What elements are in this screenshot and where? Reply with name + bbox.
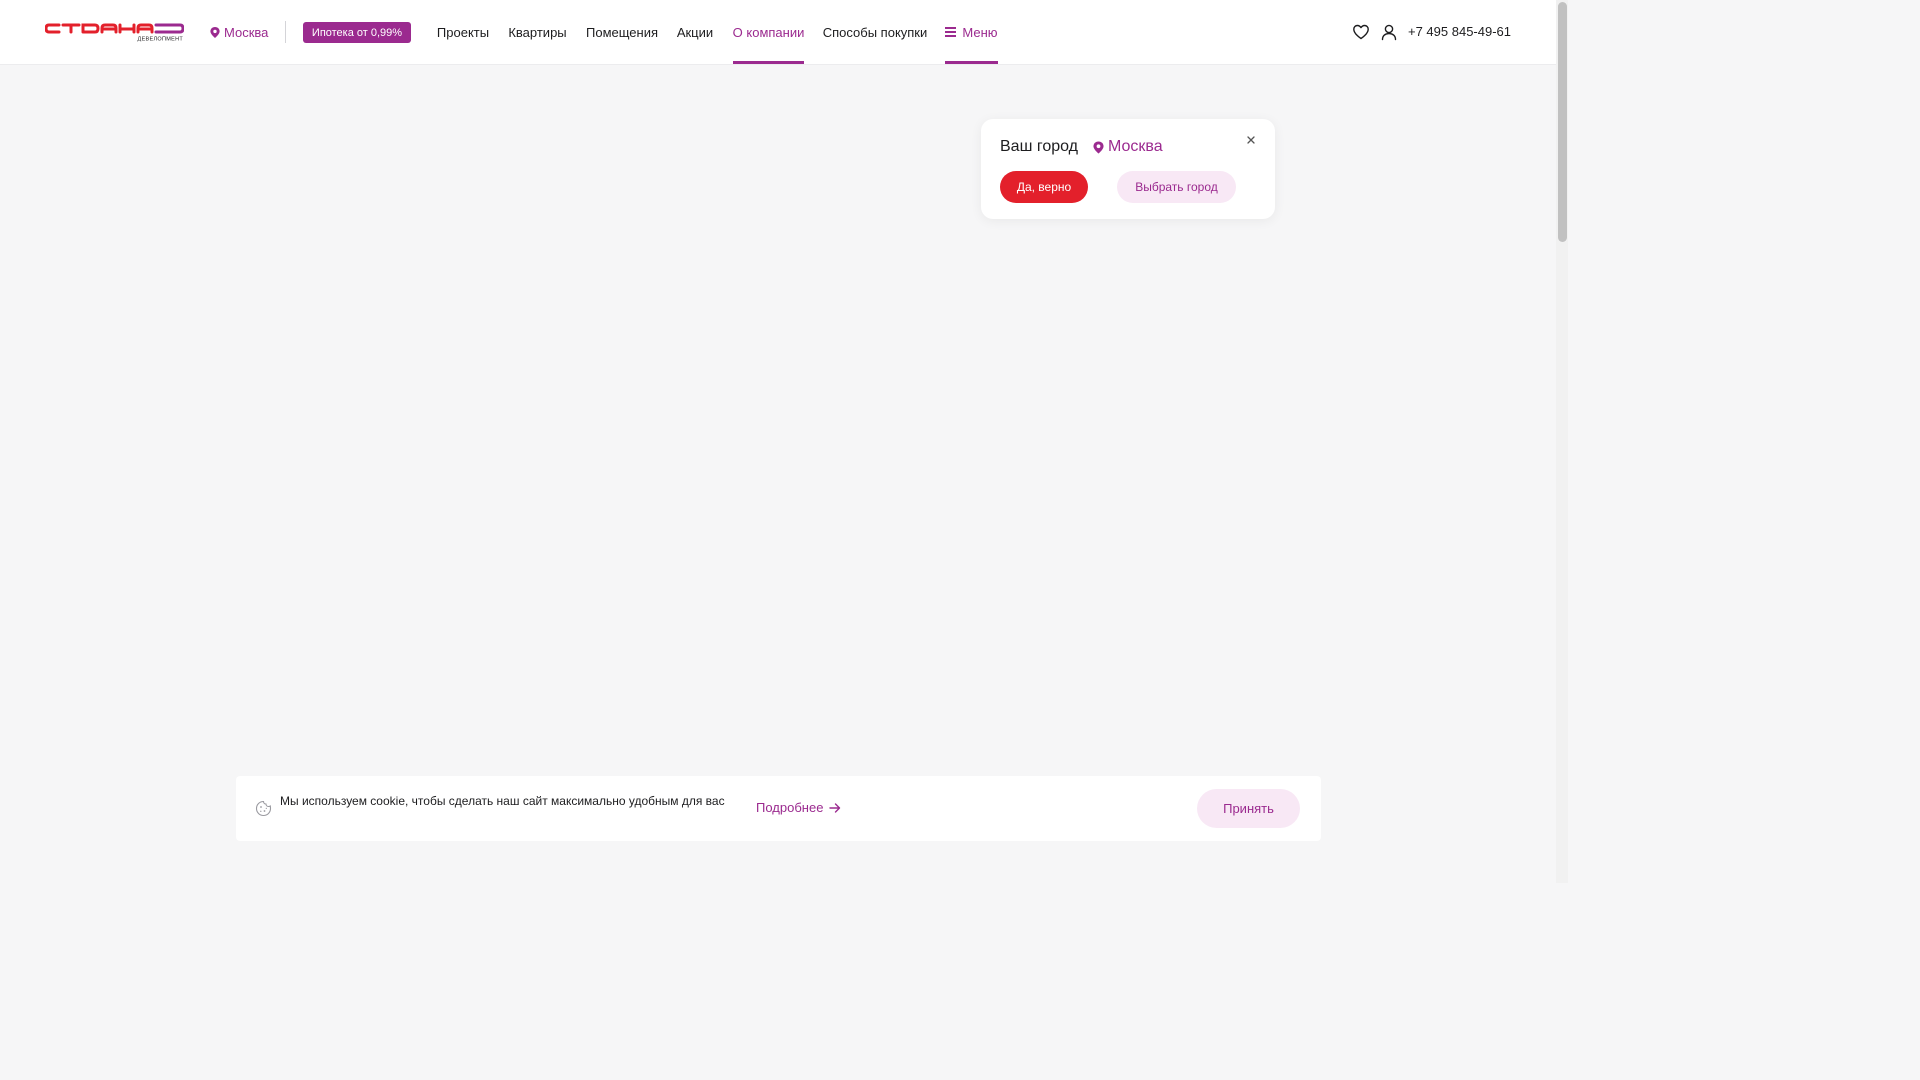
header-divider — [285, 21, 286, 43]
arrow-right-icon — [829, 802, 841, 813]
popup-title: Ваш город — [1000, 138, 1079, 155]
svg-text:ДЕВЕЛОПМЕНТ: ДЕВЕЛОПМЕНТ — [138, 37, 184, 43]
confirm-city-button[interactable]: Да, верно — [1000, 171, 1088, 203]
nav-premises[interactable]: Помещения — [586, 0, 658, 64]
mortgage-badge[interactable]: Ипотека от 0,99% — [303, 22, 411, 43]
site-header: ДЕВЕЛОПМЕНТ Москва Ипотека от 0,99% Прое… — [0, 0, 1556, 65]
cookie-text: Мы используем cookie, чтобы сделать наш … — [280, 794, 725, 808]
phone-number[interactable]: +7 495 845-49-61 — [1408, 24, 1511, 39]
user-icon[interactable] — [1380, 23, 1398, 41]
nav-about-company[interactable]: О компании — [733, 0, 804, 64]
city-name: Москва — [224, 25, 269, 40]
accept-cookies-button[interactable]: Принять — [1197, 789, 1300, 828]
city-selector[interactable]: Москва — [210, 24, 268, 41]
location-pin-icon — [1093, 140, 1104, 154]
popup-city-name: Москва — [1108, 138, 1163, 155]
heart-icon[interactable] — [1352, 23, 1370, 41]
cookie-icon — [255, 800, 272, 817]
nav-promotions[interactable]: Акции — [676, 0, 714, 64]
city-confirm-popup: Ваш город Москва Да, верно Выбрать город — [981, 119, 1275, 219]
location-pin-icon — [210, 27, 220, 38]
menu-icon — [945, 27, 957, 37]
menu-label: Меню — [962, 24, 998, 40]
cookie-more-link[interactable]: Подробнее — [756, 800, 841, 815]
cookie-banner: Мы используем cookie, чтобы сделать наш … — [236, 776, 1321, 841]
scrollbar-thumb[interactable] — [1558, 2, 1567, 242]
choose-city-button[interactable]: Выбрать город — [1117, 171, 1236, 203]
popup-city: Москва — [1093, 138, 1163, 156]
nav-projects[interactable]: Проекты — [436, 0, 490, 64]
nav-purchase-methods[interactable]: Способы покупки — [823, 0, 928, 64]
menu-button[interactable]: Меню — [945, 0, 998, 64]
nav-apartments[interactable]: Квартиры — [508, 0, 567, 64]
logo[interactable]: ДЕВЕЛОПМЕНТ — [45, 22, 184, 42]
cookie-more-label: Подробнее — [756, 800, 824, 815]
close-icon[interactable] — [1244, 133, 1258, 147]
